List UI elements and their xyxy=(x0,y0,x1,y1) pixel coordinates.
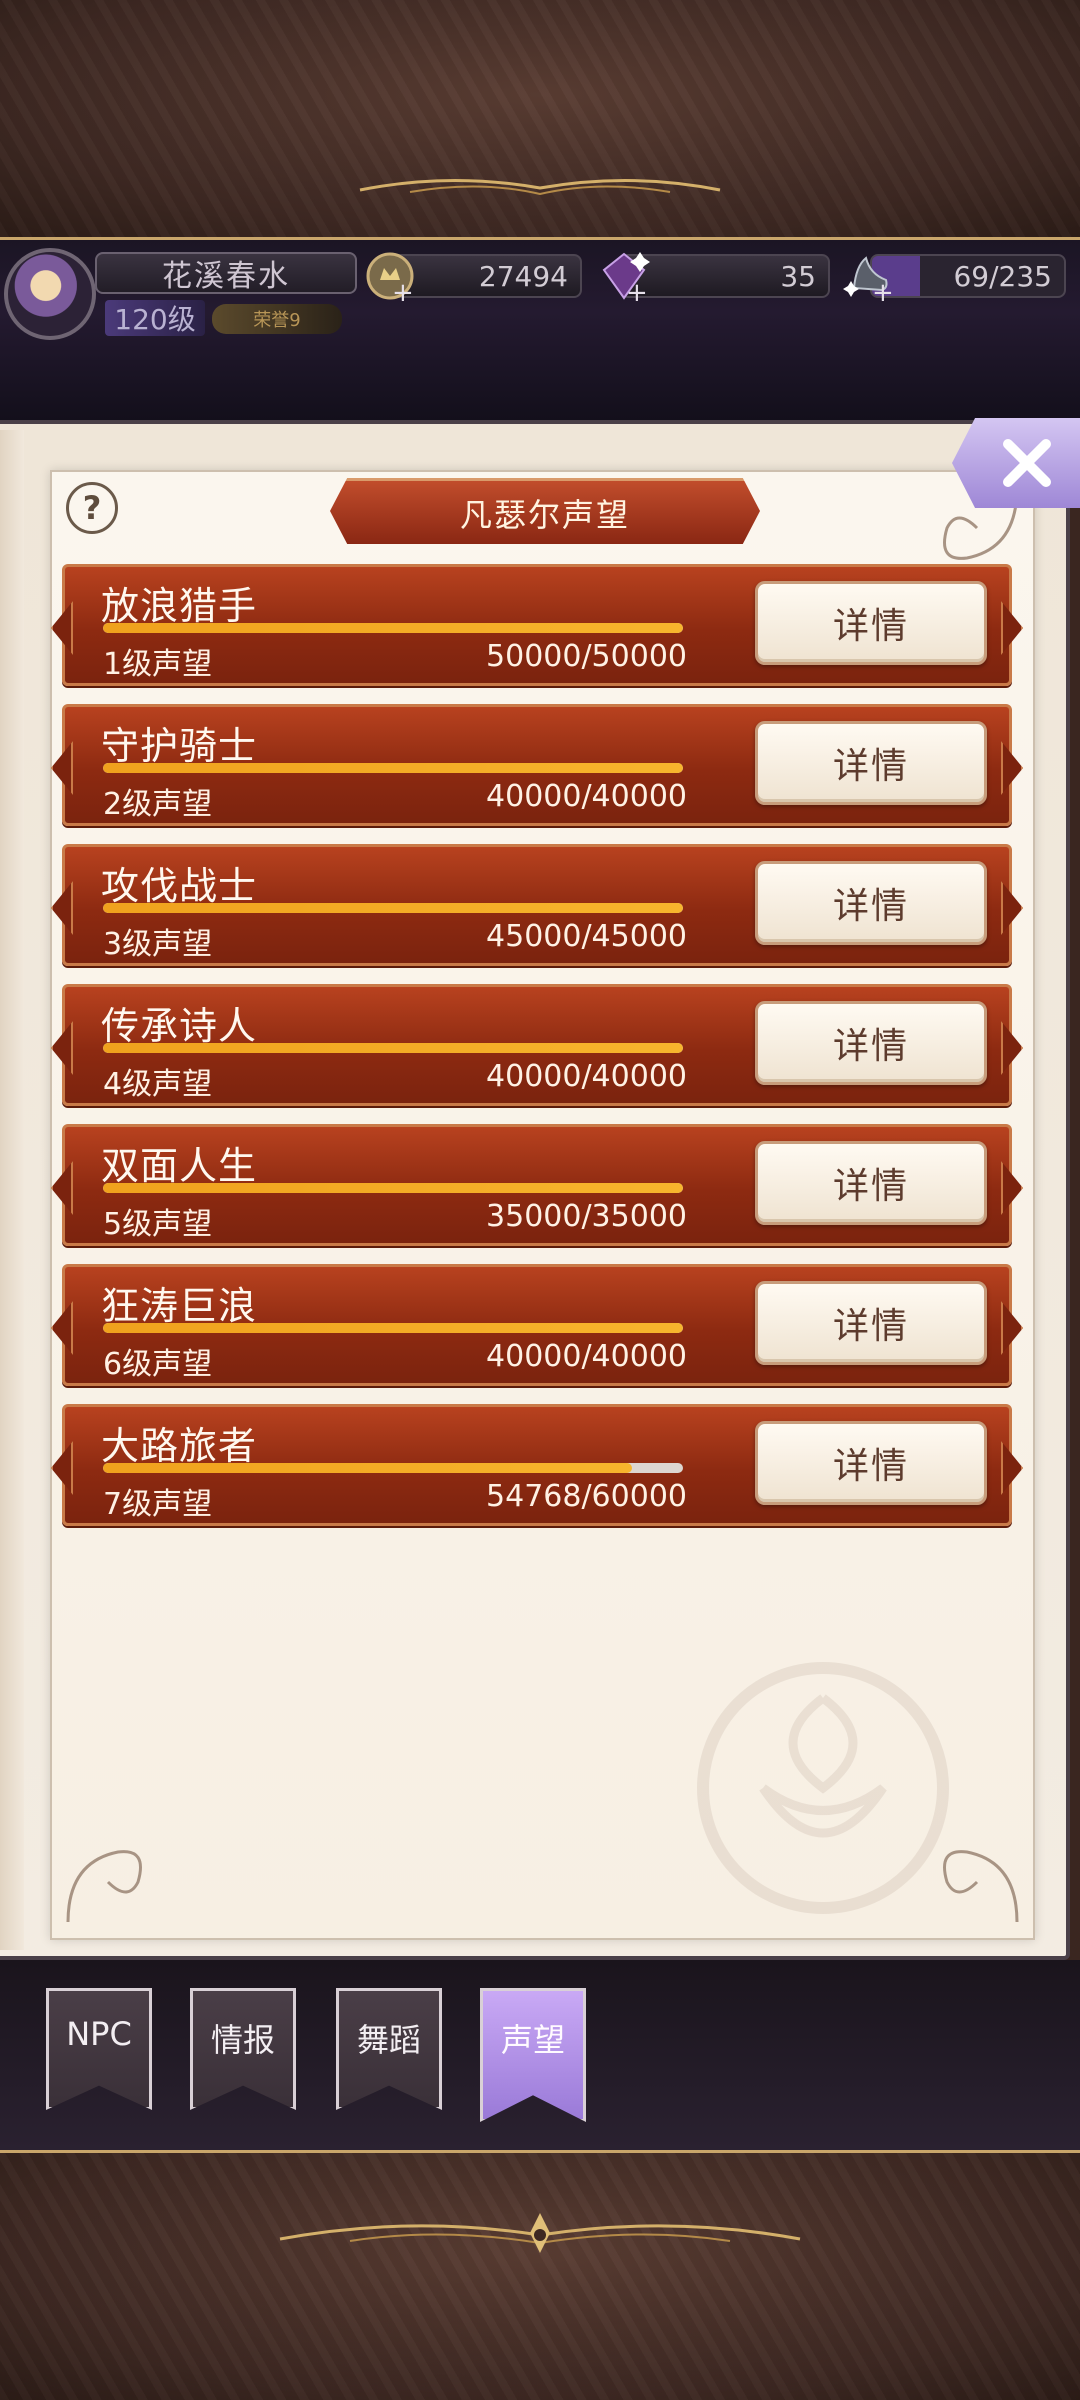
stamina-shoe-icon[interactable]: + xyxy=(842,248,898,308)
reputation-progress-fill xyxy=(103,623,683,633)
detail-button[interactable]: 详情 xyxy=(755,1001,987,1085)
reputation-name: 传承诗人 xyxy=(101,1004,258,1048)
corner-flourish-icon xyxy=(943,1850,1019,1923)
reputation-row: 传承诗人 4级声望 40000/40000 详情 xyxy=(62,984,1012,1106)
reputation-row: 攻伐战士 3级声望 45000/45000 详情 xyxy=(62,844,1012,966)
reputation-value: 45000/45000 xyxy=(486,919,687,954)
reputation-name: 大路旅者 xyxy=(101,1424,258,1468)
reputation-progress-bar xyxy=(103,763,683,773)
reputation-value: 40000/40000 xyxy=(486,1339,687,1374)
reputation-level: 2级声望 xyxy=(103,787,213,822)
reputation-progress-bar xyxy=(103,1183,683,1193)
reputation-value: 54768/60000 xyxy=(486,1479,687,1514)
top-header-wood xyxy=(0,0,1080,240)
stamina-counter: 69/235 xyxy=(870,254,1066,298)
reputation-value: 40000/40000 xyxy=(486,1059,687,1094)
reputation-row: 双面人生 5级声望 35000/35000 详情 xyxy=(62,1124,1012,1246)
reputation-level: 3级声望 xyxy=(103,927,213,962)
book-spine xyxy=(0,430,24,1950)
reputation-progress-fill xyxy=(103,1323,683,1333)
reputation-level: 7级声望 xyxy=(103,1487,213,1522)
panel-title: 凡瑟尔声望 xyxy=(330,478,760,544)
footer-ornament-icon xyxy=(279,2213,801,2253)
reputation-value: 35000/35000 xyxy=(486,1199,687,1234)
reputation-progress-bar xyxy=(103,903,683,913)
reputation-progress-bar xyxy=(103,1043,683,1053)
detail-button[interactable]: 详情 xyxy=(755,1421,987,1505)
reputation-value: 40000/40000 xyxy=(486,779,687,814)
stamina-value: 69/235 xyxy=(953,259,1052,293)
close-button[interactable] xyxy=(952,418,1080,508)
gem-value: 35 xyxy=(780,259,816,293)
reputation-progress-fill xyxy=(103,1463,633,1473)
reputation-name: 放浪猎手 xyxy=(101,584,258,628)
reputation-name: 守护骑士 xyxy=(101,724,258,768)
bottom-footer-wood xyxy=(0,2150,1080,2400)
gold-icon[interactable]: + xyxy=(362,248,418,308)
close-icon xyxy=(1003,439,1051,487)
player-level: 120级 xyxy=(105,300,205,336)
detail-button[interactable]: 详情 xyxy=(755,1281,987,1365)
detail-button[interactable]: 详情 xyxy=(755,861,987,945)
reputation-row: 大路旅者 7级声望 54768/60000 详情 xyxy=(62,1404,1012,1526)
reputation-value: 50000/50000 xyxy=(486,639,687,674)
tab-npc[interactable]: NPC xyxy=(46,1988,152,2110)
header-ornament-icon xyxy=(359,179,721,196)
reputation-progress-fill xyxy=(103,763,683,773)
reputation-row: 放浪猎手 1级声望 50000/50000 详情 xyxy=(62,564,1012,686)
gem-icon[interactable]: + xyxy=(596,248,652,308)
reputation-row: 狂涛巨浪 6级声望 40000/40000 详情 xyxy=(62,1264,1012,1386)
gold-counter: 27494 xyxy=(390,254,582,298)
reputation-level: 1级声望 xyxy=(103,647,213,682)
reputation-row: 守护骑士 2级声望 40000/40000 详情 xyxy=(62,704,1012,826)
help-button[interactable]: ? xyxy=(66,482,118,534)
reputation-name: 双面人生 xyxy=(101,1144,258,1188)
reputation-name: 攻伐战士 xyxy=(101,864,258,908)
gold-value: 27494 xyxy=(478,259,568,293)
detail-button[interactable]: 详情 xyxy=(755,581,987,665)
reputation-progress-fill xyxy=(103,903,683,913)
detail-button[interactable]: 详情 xyxy=(755,721,987,805)
reputation-progress-fill xyxy=(103,1043,683,1053)
tab-dance[interactable]: 舞蹈 xyxy=(336,1988,442,2110)
reputation-progress-fill xyxy=(103,1183,683,1193)
tab-reputation[interactable]: 声望 xyxy=(480,1988,586,2122)
player-name: 花溪春水 xyxy=(95,252,357,294)
reputation-progress-bar xyxy=(103,1463,683,1473)
bottom-tab-bar: NPC 情报 舞蹈 声望 xyxy=(0,1960,1080,2150)
reputation-level: 6级声望 xyxy=(103,1347,213,1382)
reputation-name: 狂涛巨浪 xyxy=(101,1284,258,1328)
reputation-progress-bar xyxy=(103,623,683,633)
corner-flourish-icon xyxy=(66,1850,142,1923)
honor-badge: 荣誉9 xyxy=(212,304,342,334)
tab-intel[interactable]: 情报 xyxy=(190,1988,296,2110)
status-bar: 花溪春水 120级 荣誉9 27494 + 35 + 69/235 + xyxy=(0,240,1080,420)
player-avatar[interactable] xyxy=(4,248,96,340)
reputation-progress-bar xyxy=(103,1323,683,1333)
reputation-level: 5级声望 xyxy=(103,1207,213,1242)
detail-button[interactable]: 详情 xyxy=(755,1141,987,1225)
reputation-level: 4级声望 xyxy=(103,1067,213,1102)
